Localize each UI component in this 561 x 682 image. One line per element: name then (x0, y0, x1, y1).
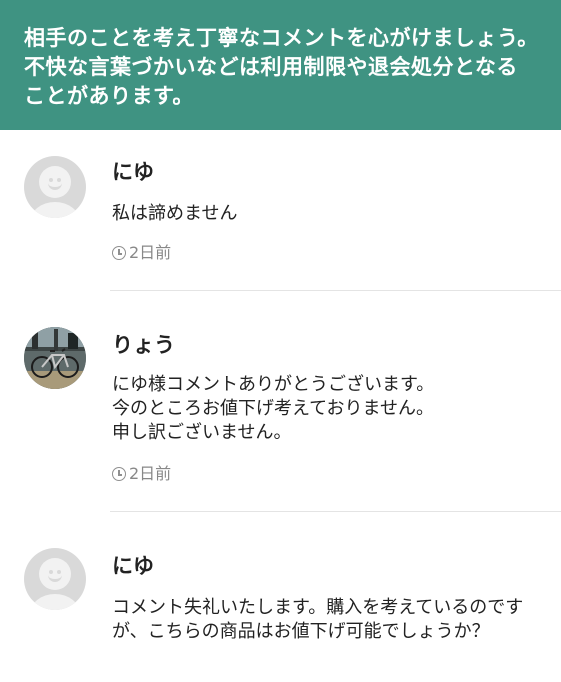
clock-icon (112, 467, 126, 481)
notice-text: 相手のことを考え丁寧なコメントを心がけましょう。不快な言葉づかいなどは利用制限や… (24, 26, 539, 108)
bicycle-photo-icon (24, 327, 86, 389)
clock-icon (112, 246, 126, 260)
comment-text: にゆ様コメントありがとうございます。 今のところお値下げ考えておりません。 申し… (112, 374, 435, 443)
comment-text: コメント失礼いたします。購入を考えているのですが、こちらの商品はお値下げ可能でし… (112, 597, 524, 642)
comment-time-label: 2日前 (129, 464, 172, 483)
comment-time-label: 2日前 (129, 243, 172, 262)
comment-author-name[interactable]: にゆ (112, 158, 154, 186)
comment-author-name[interactable]: りょう (112, 331, 175, 359)
comment-text: 私は諦めません (112, 203, 238, 224)
comment-item: にゆ 私は諦めません 2日前 (0, 130, 561, 290)
user-photo-avatar[interactable] (24, 327, 86, 389)
comment-guideline-notice: 相手のことを考え丁寧なコメントを心がけましょう。不快な言葉づかいなどは利用制限や… (0, 0, 561, 130)
comment-author-name[interactable]: にゆ (112, 552, 154, 580)
default-avatar-icon[interactable] (24, 156, 86, 218)
comment-item: りょう にゆ様コメントありがとうございます。 今のところお値下げ考えておりません… (0, 291, 561, 511)
comment-item: にゆ コメント失礼いたします。購入を考えているのですが、こちらの商品はお値下げ可… (0, 512, 561, 682)
comment-time: 2日前 (112, 463, 171, 485)
comment-list: にゆ 私は諦めません 2日前 りょう にゆ様コメントありがとうございます。 今の… (0, 130, 561, 682)
default-avatar-icon[interactable] (24, 548, 86, 610)
comment-time: 2日前 (112, 242, 171, 264)
